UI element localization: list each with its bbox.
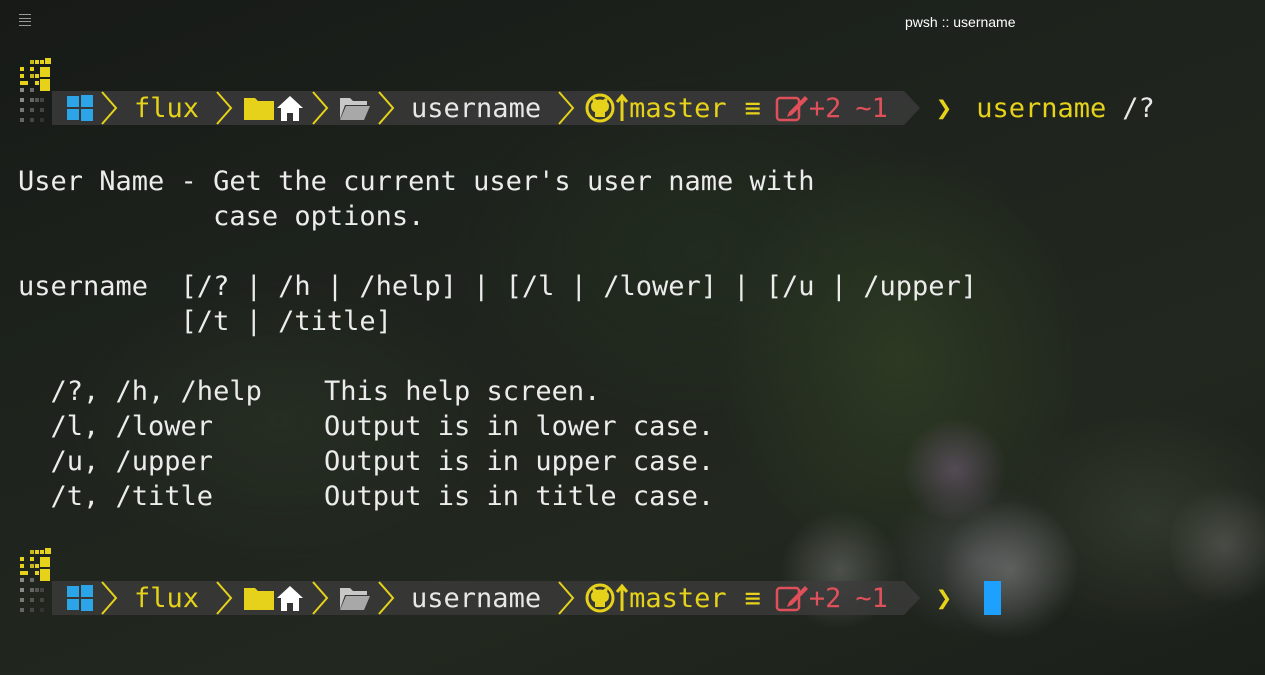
- command-name: username: [976, 92, 1107, 124]
- prompt-user: flux: [134, 582, 200, 614]
- edit-icon: [775, 586, 808, 612]
- menu-icon[interactable]: [19, 14, 31, 26]
- prompt-arrow: ❯: [935, 92, 953, 124]
- git-added: +2: [808, 92, 842, 124]
- git-modified: ~1: [855, 582, 888, 614]
- prompt-line-2[interactable]: flux username master ≡ +2 ~1 ❯: [18, 548, 1258, 618]
- open-folder-icon: [340, 98, 371, 120]
- option-flags: /u, /upper: [18, 446, 214, 477]
- option-description: Output is in lower case.: [324, 411, 715, 442]
- prompt-directory: username: [411, 92, 542, 124]
- prompt-directory: username: [411, 582, 542, 614]
- github-icon: [585, 583, 615, 613]
- terminal-logo-icon: [20, 548, 51, 612]
- option-flags: /l, /lower: [18, 411, 214, 442]
- git-branch: master: [629, 92, 727, 124]
- folder-icon: [244, 588, 275, 610]
- help-title-continuation: case options.: [18, 201, 425, 232]
- prompt-line-1: flux username master ≡ +2 ~1 ❯ username …: [18, 58, 1258, 128]
- branch-icon: [615, 583, 629, 611]
- git-sync-status: ≡: [744, 92, 761, 124]
- prompt-user: flux: [134, 92, 200, 124]
- prompt-arrow: ❯: [935, 582, 953, 614]
- home-icon: [277, 96, 304, 121]
- edit-icon: [775, 96, 808, 122]
- branch-icon: [615, 93, 629, 121]
- help-title-line: User Name - Get the current user's user …: [18, 166, 815, 197]
- github-icon: [585, 93, 615, 123]
- git-added: +2: [808, 582, 842, 614]
- folder-icon: [244, 98, 275, 120]
- home-icon: [277, 586, 304, 611]
- usage-line-2: [/t | /title]: [18, 306, 392, 337]
- git-sync-status: ≡: [744, 582, 761, 614]
- git-branch: master: [629, 582, 727, 614]
- windows-icon: [67, 95, 93, 121]
- window-title: pwsh :: username: [905, 14, 1016, 30]
- option-description: This help screen.: [324, 376, 601, 407]
- option-description: Output is in title case.: [324, 481, 715, 512]
- usage-line-1: username [/? | /h | /help] | [/l | /lowe…: [18, 271, 978, 302]
- option-flags: /?, /h, /help: [18, 376, 262, 407]
- option-flags: /t, /title: [18, 481, 214, 512]
- windows-icon: [67, 585, 93, 611]
- open-folder-icon: [340, 588, 371, 610]
- command-argument: /?: [1122, 92, 1155, 124]
- terminal-logo-icon: [20, 58, 51, 122]
- git-modified: ~1: [855, 92, 888, 124]
- text-cursor[interactable]: [984, 581, 1002, 615]
- option-description: Output is in upper case.: [324, 446, 715, 477]
